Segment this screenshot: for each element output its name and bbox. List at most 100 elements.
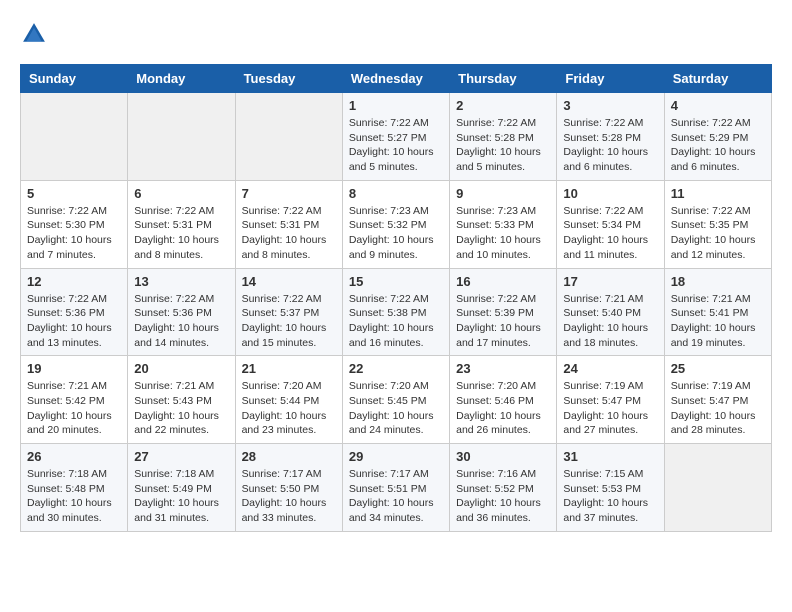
cell-content: Sunrise: 7:19 AM Sunset: 5:47 PM Dayligh… (671, 379, 765, 438)
calendar-cell: 17 Sunrise: 7:21 AM Sunset: 5:40 PM Dayli… (557, 268, 664, 356)
day-number: 22 (349, 361, 443, 376)
cell-content: Sunrise: 7:18 AM Sunset: 5:49 PM Dayligh… (134, 467, 228, 526)
calendar-cell: 26Sunrise: 7:18 AM Sunset: 5:48 PM Dayli… (21, 444, 128, 532)
cell-content: Sunrise: 7:21 AM Sunset: 5:42 PM Dayligh… (27, 379, 121, 438)
cell-content: Sunrise: 7:22 AM Sunset: 5:35 PM Dayligh… (671, 204, 765, 263)
day-number: 28 (242, 449, 336, 464)
cell-content: Sunrise: 7:22 AM Sunset: 5:36 PM Dayligh… (134, 292, 228, 351)
cell-content: Sunrise: 7:20 AM Sunset: 5:45 PM Dayligh… (349, 379, 443, 438)
day-number: 18 (671, 274, 765, 289)
cell-content: Sunrise: 7:22 AM Sunset: 5:27 PM Dayligh… (349, 116, 443, 175)
cell-content: Sunrise: 7:22 AM Sunset: 5:28 PM Dayligh… (563, 116, 657, 175)
calendar-cell: 8 Sunrise: 7:23 AM Sunset: 5:32 PM Daylig… (342, 180, 449, 268)
calendar-cell: 16Sunrise: 7:22 AM Sunset: 5:39 PM Dayli… (450, 268, 557, 356)
calendar-cell: 28 Sunrise: 7:17 AM Sunset: 5:50 PM Dayli… (235, 444, 342, 532)
calendar-body: 1 Sunrise: 7:22 AM Sunset: 5:27 PM Daylig… (21, 93, 772, 532)
calendar-cell: 23Sunrise: 7:20 AM Sunset: 5:46 PM Dayli… (450, 356, 557, 444)
day-header-sunday: Sunday (21, 65, 128, 93)
day-header-saturday: Saturday (664, 65, 771, 93)
cell-content: Sunrise: 7:22 AM Sunset: 5:29 PM Dayligh… (671, 116, 765, 175)
day-header-wednesday: Wednesday (342, 65, 449, 93)
cell-content: Sunrise: 7:22 AM Sunset: 5:28 PM Dayligh… (456, 116, 550, 175)
cell-content: Sunrise: 7:23 AM Sunset: 5:33 PM Dayligh… (456, 204, 550, 263)
calendar-cell: 18Sunrise: 7:21 AM Sunset: 5:41 PM Dayli… (664, 268, 771, 356)
day-number: 8 (349, 186, 443, 201)
day-number: 7 (242, 186, 336, 201)
day-number: 3 (563, 98, 657, 113)
calendar-cell: 31 Sunrise: 7:15 AM Sunset: 5:53 PM Dayli… (557, 444, 664, 532)
calendar-cell (128, 93, 235, 181)
day-number: 15 (349, 274, 443, 289)
cell-content: Sunrise: 7:20 AM Sunset: 5:44 PM Dayligh… (242, 379, 336, 438)
cell-content: Sunrise: 7:22 AM Sunset: 5:30 PM Dayligh… (27, 204, 121, 263)
logo (20, 20, 52, 48)
cell-content: Sunrise: 7:21 AM Sunset: 5:43 PM Dayligh… (134, 379, 228, 438)
day-header-monday: Monday (128, 65, 235, 93)
day-number: 17 (563, 274, 657, 289)
calendar-table: SundayMondayTuesdayWednesdayThursdayFrid… (20, 64, 772, 532)
calendar-cell: 29Sunrise: 7:17 AM Sunset: 5:51 PM Dayli… (342, 444, 449, 532)
cell-content: Sunrise: 7:22 AM Sunset: 5:38 PM Dayligh… (349, 292, 443, 351)
calendar-cell: 15 Sunrise: 7:22 AM Sunset: 5:38 PM Dayli… (342, 268, 449, 356)
calendar-week-1: 1 Sunrise: 7:22 AM Sunset: 5:27 PM Daylig… (21, 93, 772, 181)
day-number: 5 (27, 186, 121, 201)
calendar-cell: 9Sunrise: 7:23 AM Sunset: 5:33 PM Daylig… (450, 180, 557, 268)
cell-content: Sunrise: 7:15 AM Sunset: 5:53 PM Dayligh… (563, 467, 657, 526)
day-number: 2 (456, 98, 550, 113)
day-number: 24 (563, 361, 657, 376)
calendar-cell: 5 Sunrise: 7:22 AM Sunset: 5:30 PM Daylig… (21, 180, 128, 268)
cell-content: Sunrise: 7:21 AM Sunset: 5:40 PM Dayligh… (563, 292, 657, 351)
calendar-cell: 10 Sunrise: 7:22 AM Sunset: 5:34 PM Dayli… (557, 180, 664, 268)
cell-content: Sunrise: 7:17 AM Sunset: 5:50 PM Dayligh… (242, 467, 336, 526)
calendar-cell: 7 Sunrise: 7:22 AM Sunset: 5:31 PM Daylig… (235, 180, 342, 268)
calendar-week-3: 12 Sunrise: 7:22 AM Sunset: 5:36 PM Dayli… (21, 268, 772, 356)
calendar-cell: 20 Sunrise: 7:21 AM Sunset: 5:43 PM Dayli… (128, 356, 235, 444)
calendar-cell: 27 Sunrise: 7:18 AM Sunset: 5:49 PM Dayli… (128, 444, 235, 532)
day-number: 13 (134, 274, 228, 289)
day-number: 21 (242, 361, 336, 376)
day-headers-row: SundayMondayTuesdayWednesdayThursdayFrid… (21, 65, 772, 93)
calendar-cell: 12 Sunrise: 7:22 AM Sunset: 5:36 PM Dayli… (21, 268, 128, 356)
day-header-thursday: Thursday (450, 65, 557, 93)
day-number: 14 (242, 274, 336, 289)
calendar-cell: 6 Sunrise: 7:22 AM Sunset: 5:31 PM Daylig… (128, 180, 235, 268)
cell-content: Sunrise: 7:19 AM Sunset: 5:47 PM Dayligh… (563, 379, 657, 438)
calendar-cell: 3 Sunrise: 7:22 AM Sunset: 5:28 PM Daylig… (557, 93, 664, 181)
calendar-cell: 21 Sunrise: 7:20 AM Sunset: 5:44 PM Dayli… (235, 356, 342, 444)
calendar-week-5: 26Sunrise: 7:18 AM Sunset: 5:48 PM Dayli… (21, 444, 772, 532)
cell-content: Sunrise: 7:22 AM Sunset: 5:36 PM Dayligh… (27, 292, 121, 351)
day-number: 31 (563, 449, 657, 464)
cell-content: Sunrise: 7:22 AM Sunset: 5:39 PM Dayligh… (456, 292, 550, 351)
cell-content: Sunrise: 7:18 AM Sunset: 5:48 PM Dayligh… (27, 467, 121, 526)
calendar-cell: 14Sunrise: 7:22 AM Sunset: 5:37 PM Dayli… (235, 268, 342, 356)
day-number: 12 (27, 274, 121, 289)
calendar-cell: 25Sunrise: 7:19 AM Sunset: 5:47 PM Dayli… (664, 356, 771, 444)
calendar-week-4: 19 Sunrise: 7:21 AM Sunset: 5:42 PM Dayli… (21, 356, 772, 444)
day-number: 11 (671, 186, 765, 201)
calendar-cell: 13 Sunrise: 7:22 AM Sunset: 5:36 PM Dayli… (128, 268, 235, 356)
page-header (20, 20, 772, 48)
cell-content: Sunrise: 7:22 AM Sunset: 5:34 PM Dayligh… (563, 204, 657, 263)
day-number: 6 (134, 186, 228, 201)
day-number: 1 (349, 98, 443, 113)
calendar-cell: 19 Sunrise: 7:21 AM Sunset: 5:42 PM Dayli… (21, 356, 128, 444)
day-number: 19 (27, 361, 121, 376)
day-header-friday: Friday (557, 65, 664, 93)
calendar-cell: 24 Sunrise: 7:19 AM Sunset: 5:47 PM Dayli… (557, 356, 664, 444)
calendar-cell (664, 444, 771, 532)
cell-content: Sunrise: 7:16 AM Sunset: 5:52 PM Dayligh… (456, 467, 550, 526)
calendar-cell (235, 93, 342, 181)
cell-content: Sunrise: 7:17 AM Sunset: 5:51 PM Dayligh… (349, 467, 443, 526)
cell-content: Sunrise: 7:22 AM Sunset: 5:31 PM Dayligh… (242, 204, 336, 263)
cell-content: Sunrise: 7:22 AM Sunset: 5:31 PM Dayligh… (134, 204, 228, 263)
day-number: 4 (671, 98, 765, 113)
day-number: 30 (456, 449, 550, 464)
calendar-cell: 22 Sunrise: 7:20 AM Sunset: 5:45 PM Dayli… (342, 356, 449, 444)
logo-icon (20, 20, 48, 48)
cell-content: Sunrise: 7:23 AM Sunset: 5:32 PM Dayligh… (349, 204, 443, 263)
calendar-cell: 2 Sunrise: 7:22 AM Sunset: 5:28 PM Daylig… (450, 93, 557, 181)
day-number: 27 (134, 449, 228, 464)
calendar-cell: 11 Sunrise: 7:22 AM Sunset: 5:35 PM Dayli… (664, 180, 771, 268)
day-number: 20 (134, 361, 228, 376)
day-number: 10 (563, 186, 657, 201)
